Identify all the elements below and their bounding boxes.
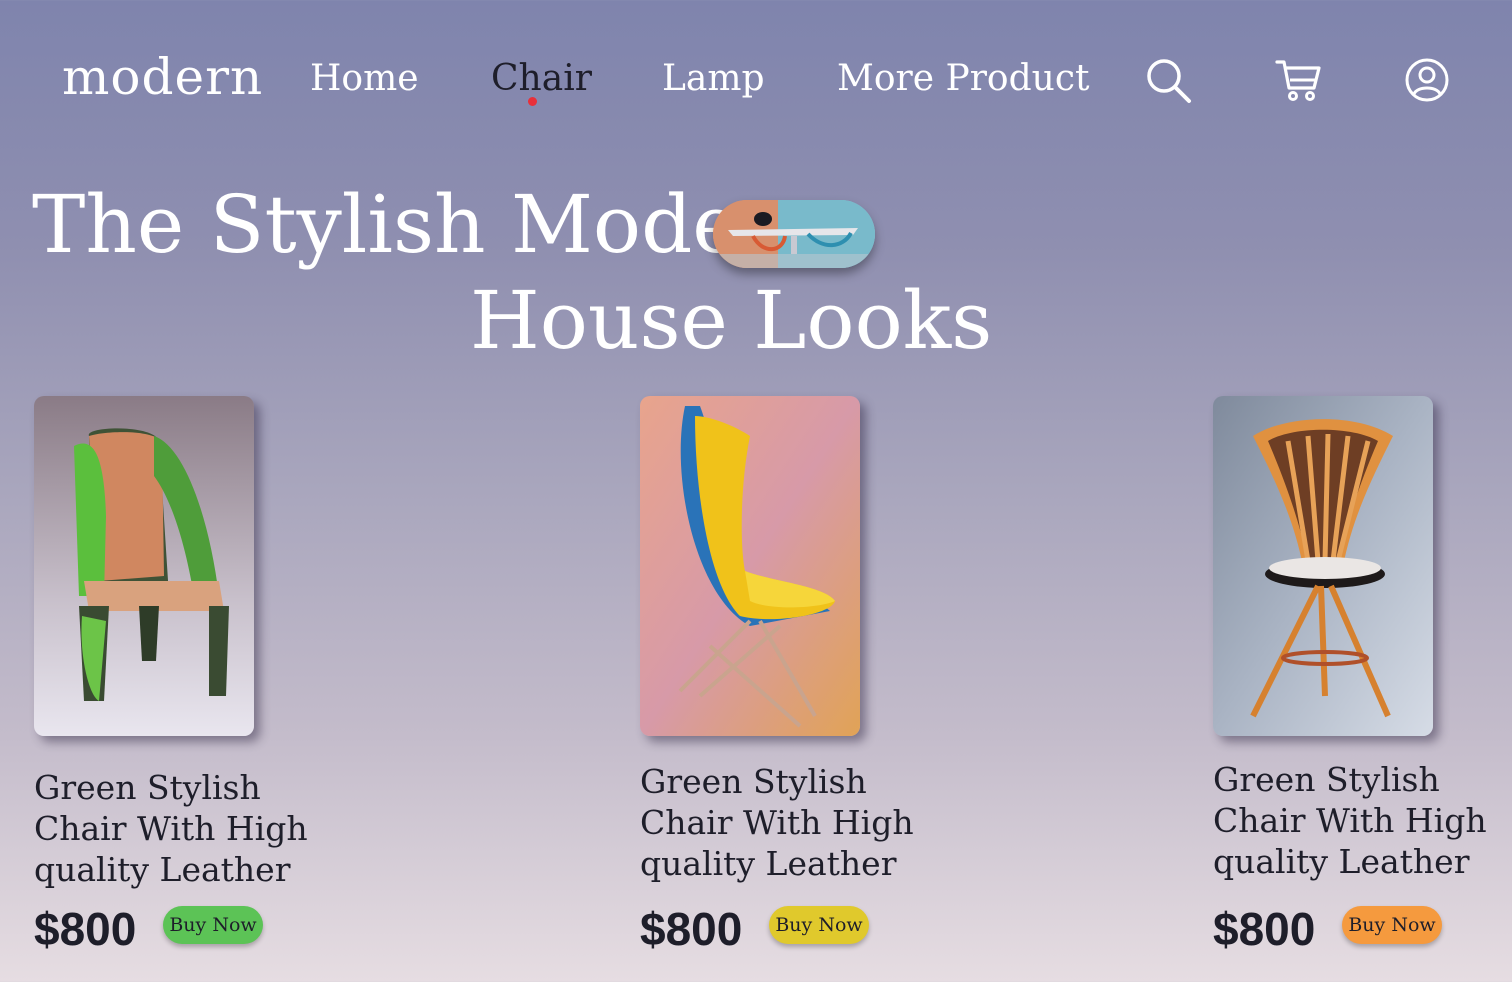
buy-now-button[interactable]: Buy Now: [1342, 906, 1442, 944]
search-icon[interactable]: [1144, 56, 1192, 104]
product-title[interactable]: Green Stylish Chair With High quality Le…: [34, 767, 334, 890]
active-indicator: [528, 97, 537, 106]
product-price: $800: [640, 903, 743, 955]
product-price: $800: [34, 903, 137, 955]
nav-item-chair[interactable]: Chair: [491, 58, 592, 99]
product-image-green-chair[interactable]: [34, 396, 254, 736]
nav-item-home[interactable]: Home: [310, 58, 419, 99]
product-title[interactable]: Green Stylish Chair With High quality Le…: [1213, 759, 1512, 882]
product-title[interactable]: Green Stylish Chair With High quality Le…: [640, 761, 940, 884]
brand-logo[interactable]: modern: [62, 48, 263, 106]
product-image-wooden-chair[interactable]: [1213, 396, 1433, 736]
product-price: $800: [1213, 903, 1316, 955]
nav-item-more-product[interactable]: More Product: [837, 58, 1089, 99]
hero-title-line2: House Looks: [470, 274, 993, 367]
hero-title-line1: The Stylish Modern: [32, 178, 830, 271]
nav-item-lamp[interactable]: Lamp: [662, 58, 765, 99]
user-icon[interactable]: [1403, 56, 1451, 104]
hero-image-pill: [713, 200, 875, 268]
cart-icon[interactable]: [1274, 56, 1322, 104]
buy-now-button[interactable]: Buy Now: [163, 906, 263, 944]
product-image-yellow-chair[interactable]: [640, 396, 860, 736]
buy-now-button[interactable]: Buy Now: [769, 906, 869, 944]
